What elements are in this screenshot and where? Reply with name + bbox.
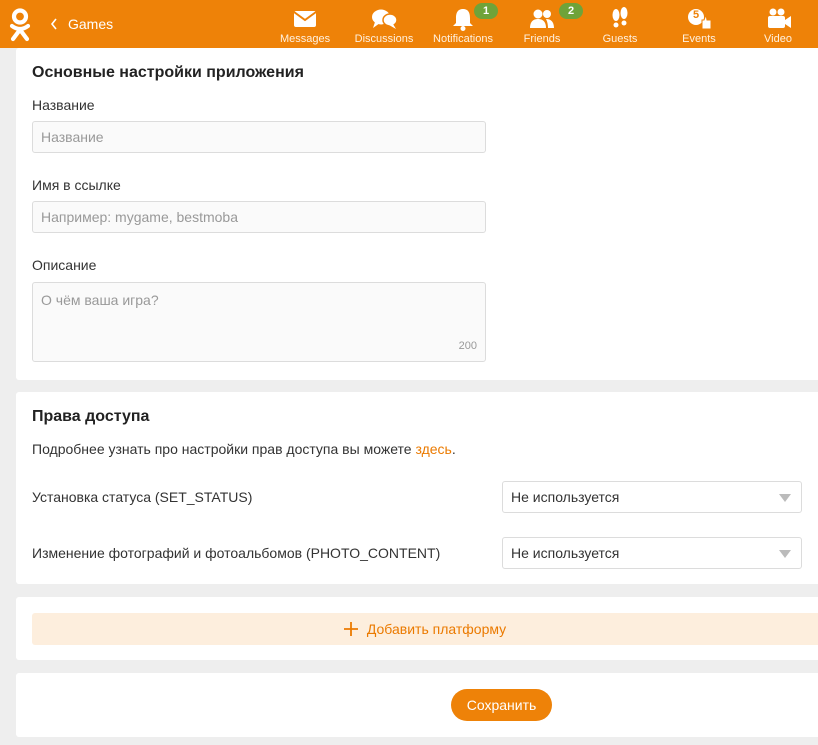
link-name-label: Имя в ссылке [32,177,121,193]
basic-settings-title: Основные настройки приложения [32,64,304,81]
add-platform-button[interactable]: Добавить платформу [32,613,818,645]
video-camera-icon [768,8,791,28]
ok-logo-icon[interactable] [8,8,32,42]
back-to-games-link[interactable]: Games [50,14,113,34]
chat-bubbles-icon [372,9,398,29]
chevron-left-icon [50,18,57,30]
description-textarea[interactable]: О чём ваша игра? 200 [32,282,486,362]
dropdown-arrow-icon [779,550,791,558]
access-note-suffix: . [451,441,456,457]
footprints-icon [612,7,628,28]
top-bar: Games Messages Discussions 1 Notificatio… [0,0,818,48]
friends-badge: 2 [559,3,583,19]
nav-events[interactable]: 5 Events [679,0,719,48]
set-status-value: Не используется [511,489,620,505]
save-card: Сохранить [16,673,818,737]
description-placeholder: О чём ваша игра? [41,292,159,308]
nav-guests-label: Guests [602,33,638,45]
nav-notifications[interactable]: 1 Notifications [433,0,498,48]
nav-friends[interactable]: 2 Friends [521,0,583,48]
nav-messages-label: Messages [280,33,331,45]
name-input[interactable]: Название [32,121,486,153]
plus-icon [343,622,358,636]
nav-discussions[interactable]: Discussions [354,0,414,48]
envelope-icon [293,11,317,27]
set-status-select[interactable]: Не используется [502,481,802,513]
photo-content-value: Не используется [511,545,620,561]
nav-guests[interactable]: Guests [600,0,640,48]
basic-settings-card: Основные настройки приложения Название Н… [16,48,818,380]
dropdown-arrow-icon [779,494,791,502]
description-label: Описание [32,257,97,273]
nav-discussions-label: Discussions [354,33,414,45]
access-rights-card: Права доступа Подробнее узнать про настр… [16,392,818,584]
link-name-input[interactable]: Например: mygame, bestmoba [32,201,486,233]
set-status-label: Установка статуса (SET_STATUS) [32,489,253,505]
friends-icon [530,9,554,28]
access-rights-title: Права доступа [32,408,150,425]
name-label: Название [32,97,95,113]
access-help-link[interactable]: здесь [415,441,451,457]
notifications-badge: 1 [474,3,498,19]
platform-card: Добавить платформу [16,597,818,660]
nav-events-label: Events [682,33,716,45]
nav-video[interactable]: Video [758,0,798,48]
nav-messages[interactable]: Messages [280,0,330,48]
add-platform-label: Добавить платформу [366,621,507,637]
access-rights-note: Подробнее узнать про настройки прав дост… [32,441,456,457]
photo-content-select[interactable]: Не используется [502,537,802,569]
nav-notifications-label: Notifications [433,33,493,45]
description-char-counter: 200 [458,340,477,352]
save-button[interactable]: Сохранить [451,689,552,721]
events-count: 5 [692,9,700,21]
access-note-text: Подробнее узнать про настройки прав дост… [32,441,416,457]
back-label: Games [68,16,114,32]
photo-content-label: Изменение фотографий и фотоальбомов (PHO… [32,545,441,561]
nav-video-label: Video [764,33,792,45]
nav-friends-label: Friends [523,33,561,45]
